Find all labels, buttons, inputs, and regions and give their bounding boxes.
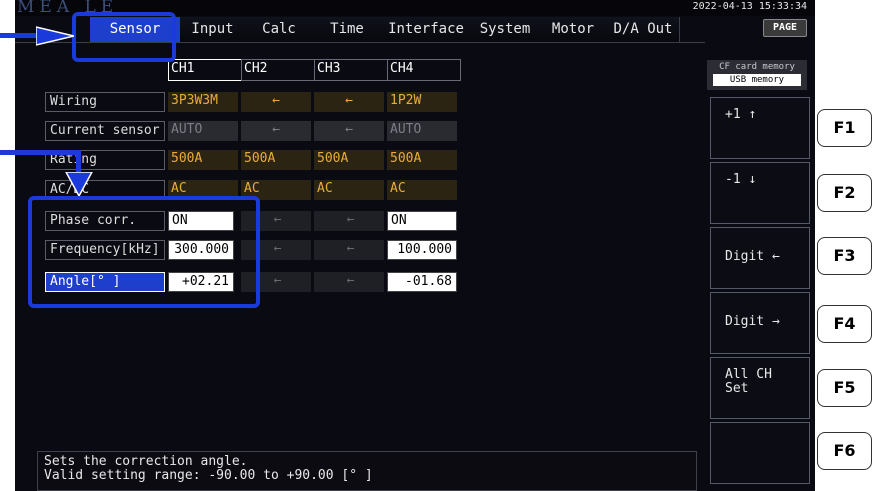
fkey-minus1-label: -1 ↓ bbox=[725, 172, 757, 187]
wiring-ch2[interactable]: ← bbox=[241, 92, 311, 112]
channel-header-ch2: CH2 bbox=[241, 59, 315, 81]
sensor-pointer-line bbox=[0, 33, 40, 38]
storage-cf-label: CF card memory bbox=[719, 62, 795, 72]
datetime: 2022-04-13 15:33:34 bbox=[692, 1, 807, 12]
rating-ch3[interactable]: 500A bbox=[314, 150, 384, 170]
sensor-pointer-arrow-icon bbox=[36, 26, 74, 46]
rating-ch1[interactable]: 500A bbox=[168, 150, 238, 170]
wiring-ch3[interactable]: ← bbox=[314, 92, 384, 112]
f1-button[interactable]: F1 bbox=[817, 109, 872, 147]
tab-calc[interactable]: Calc bbox=[245, 17, 314, 42]
tab-interface[interactable]: Interface bbox=[381, 17, 472, 42]
storage-indicator: CF card memory USB memory bbox=[707, 60, 807, 90]
settings-pointer-line-h bbox=[0, 150, 80, 155]
frequency-ch4[interactable]: 100.000 bbox=[387, 240, 457, 260]
fkey-all-ch-label: All CH bbox=[725, 367, 772, 382]
f4-button[interactable]: F4 bbox=[817, 305, 872, 343]
settings-callout bbox=[28, 196, 260, 308]
frequency-ch3[interactable]: ← bbox=[314, 240, 384, 260]
channel-header-ch1: CH1 bbox=[168, 59, 242, 81]
f6-button[interactable]: F6 bbox=[817, 432, 872, 470]
row-label-wiring: Wiring bbox=[45, 92, 165, 112]
help-line-2: Valid setting range: -90.00 to +90.00 [°… bbox=[44, 468, 373, 483]
f5-button[interactable]: F5 bbox=[817, 369, 872, 407]
fkey-empty bbox=[710, 422, 810, 484]
channel-header-ch4: CH4 bbox=[387, 59, 461, 81]
settings-pointer-arrow-icon bbox=[65, 172, 93, 196]
fkey-plus1-label: +1 ↑ bbox=[725, 107, 757, 122]
fkey-digit-left-label: Digit ← bbox=[725, 249, 780, 264]
tab-da-out[interactable]: D/A Out bbox=[607, 17, 680, 42]
current-sensor-ch3[interactable]: ← bbox=[314, 121, 384, 141]
tab-input[interactable]: Input bbox=[180, 17, 246, 42]
rating-ch4[interactable]: 500A bbox=[387, 150, 457, 170]
help-message: Sets the correction angle. Valid setting… bbox=[37, 451, 697, 491]
tab-time[interactable]: Time bbox=[313, 17, 382, 42]
help-line-1: Sets the correction angle. bbox=[44, 454, 248, 469]
row-label-current-sensor: Current sensor bbox=[45, 121, 165, 141]
phase-corr-ch4[interactable]: ON bbox=[387, 211, 457, 231]
fkey-plus1: +1 ↑ bbox=[710, 97, 810, 159]
current-sensor-ch4[interactable]: AUTO bbox=[387, 121, 457, 141]
phase-corr-ch3[interactable]: ← bbox=[314, 211, 384, 231]
fkey-digit-right-label: Digit → bbox=[725, 314, 780, 329]
f2-button[interactable]: F2 bbox=[817, 174, 872, 212]
fkey-digit-left: Digit ← bbox=[710, 227, 810, 289]
page-button[interactable]: PAGE bbox=[763, 19, 807, 37]
storage-usb-label: USB memory bbox=[713, 74, 801, 86]
current-sensor-ch2[interactable]: ← bbox=[241, 121, 311, 141]
rating-ch2[interactable]: 500A bbox=[241, 150, 311, 170]
wiring-ch1[interactable]: 3P3W3M bbox=[168, 92, 238, 112]
f3-button[interactable]: F3 bbox=[817, 237, 872, 275]
channel-header-ch3: CH3 bbox=[314, 59, 388, 81]
fkey-digit-right: Digit → bbox=[710, 292, 810, 354]
ac-dc-ch3[interactable]: AC bbox=[314, 180, 384, 200]
current-sensor-ch1[interactable]: AUTO bbox=[168, 121, 238, 141]
angle-ch3[interactable]: ← bbox=[314, 272, 384, 292]
fkey-all-ch-set: All CH Set bbox=[710, 357, 810, 419]
sensor-tab-callout bbox=[72, 12, 176, 62]
ac-dc-ch4[interactable]: AC bbox=[387, 180, 457, 200]
tab-motor[interactable]: Motor bbox=[539, 17, 608, 42]
wiring-ch4[interactable]: 1P2W bbox=[387, 92, 457, 112]
tab-system[interactable]: System bbox=[471, 17, 540, 42]
angle-ch4[interactable]: -01.68 bbox=[387, 272, 457, 292]
fkey-set-label: Set bbox=[725, 381, 749, 396]
fkey-minus1: -1 ↓ bbox=[710, 162, 810, 224]
